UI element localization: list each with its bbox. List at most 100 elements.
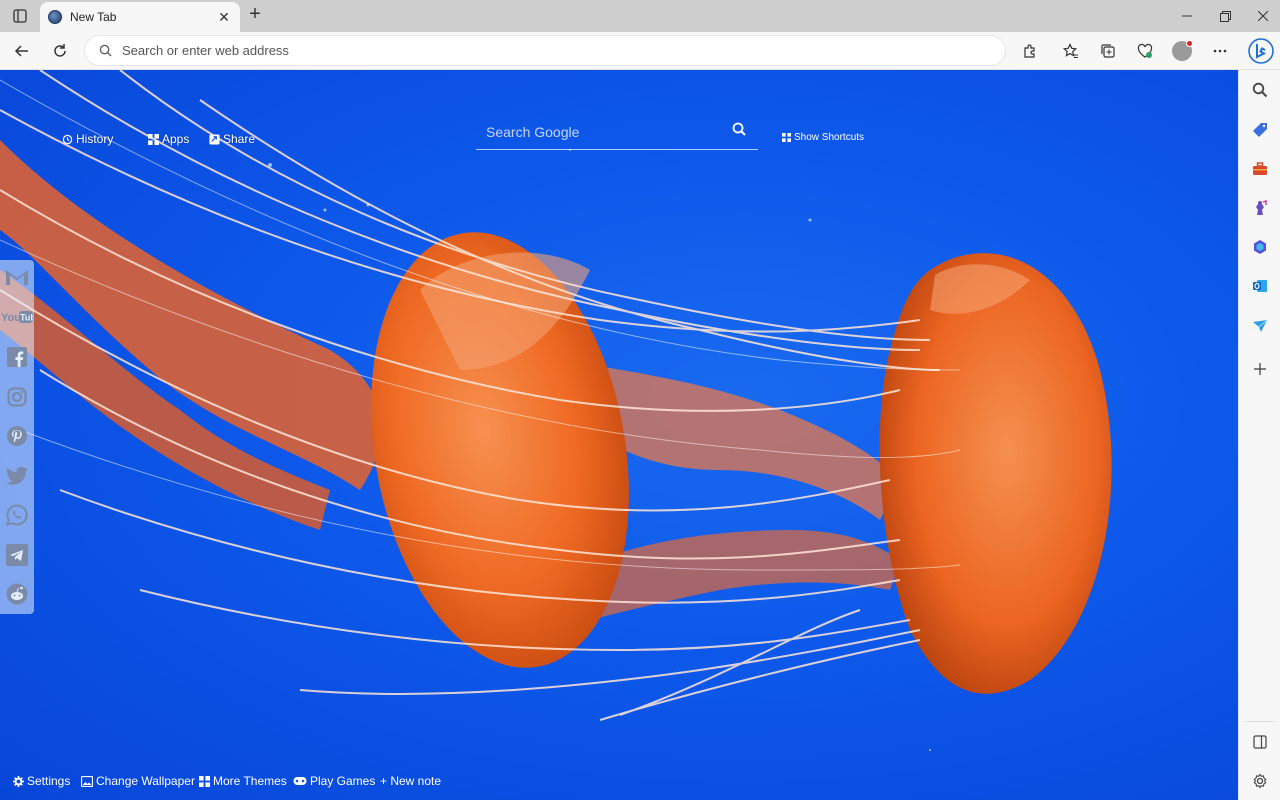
notification-dot	[1186, 40, 1193, 47]
tab-actions-button[interactable]	[6, 4, 34, 28]
settings-label: Settings	[27, 774, 71, 788]
apps-label: Apps	[162, 132, 190, 146]
twitter-link[interactable]	[4, 463, 30, 489]
sidebar-tools-button[interactable]	[1248, 157, 1272, 181]
minimize-icon	[1182, 15, 1192, 17]
refresh-button[interactable]	[46, 37, 74, 65]
puzzle-icon	[1024, 44, 1035, 58]
close-window-button[interactable]	[1244, 0, 1280, 32]
sidebar-split-screen-button[interactable]	[1248, 730, 1272, 754]
sidebar-settings-button[interactable]	[1248, 769, 1272, 793]
sidebar-drop-button[interactable]	[1248, 314, 1272, 338]
apps-link[interactable]: Apps	[148, 132, 189, 146]
favorites-button[interactable]	[1057, 37, 1085, 65]
search-icon	[732, 122, 746, 136]
reddit-icon	[6, 583, 28, 605]
social-bar: YouTub	[0, 260, 34, 614]
address-input[interactable]	[122, 43, 1005, 58]
svg-text:You: You	[1, 312, 21, 324]
edge-sidebar	[1238, 70, 1280, 800]
pinterest-link[interactable]	[4, 423, 30, 449]
gamepad-icon	[293, 777, 307, 785]
search-submit-button[interactable]	[732, 122, 752, 141]
facebook-icon	[7, 347, 27, 367]
refresh-icon	[54, 44, 66, 57]
more-themes-link[interactable]: More Themes	[199, 774, 287, 788]
telegram-link[interactable]	[4, 542, 30, 568]
sidebar-games-button[interactable]	[1248, 196, 1272, 220]
grid-icon	[782, 133, 791, 142]
minimize-button[interactable]	[1168, 0, 1206, 32]
sidebar-add-button[interactable]	[1248, 357, 1272, 381]
svg-text:Tub: Tub	[20, 313, 33, 323]
google-search-box	[476, 114, 758, 150]
extensions-button[interactable]	[1016, 37, 1044, 65]
tab-actions-icon	[13, 9, 27, 23]
more-menu-button[interactable]	[1206, 37, 1234, 65]
show-shortcuts-button[interactable]: Show Shortcuts	[782, 132, 864, 143]
play-games-link[interactable]: Play Games	[293, 774, 375, 788]
add-icon	[1254, 363, 1266, 375]
back-button[interactable]	[8, 37, 36, 65]
youtube-icon: YouTub	[1, 311, 33, 324]
office-icon	[1254, 240, 1266, 254]
history-link[interactable]: History	[62, 132, 113, 146]
tab-close-icon[interactable]: ✕	[216, 9, 232, 26]
games-icon	[1256, 200, 1267, 215]
google-search-input[interactable]	[476, 123, 732, 140]
settings-link[interactable]: Settings	[13, 774, 70, 788]
tools-icon	[1253, 162, 1267, 175]
sidebar-search-button[interactable]	[1248, 78, 1272, 102]
sidebar-divider	[1245, 721, 1275, 722]
browser-essentials-button[interactable]	[1131, 37, 1159, 65]
new-tab-page: History Apps Share Show Shortcuts YouTub	[0, 70, 1238, 800]
bing-copilot-button[interactable]	[1246, 35, 1276, 67]
sidebar-office-button[interactable]	[1248, 235, 1272, 259]
restore-button[interactable]	[1206, 0, 1244, 32]
new-note-label: + New note	[380, 774, 442, 788]
history-label: History	[76, 132, 114, 146]
back-arrow-icon	[14, 45, 28, 57]
search-icon	[99, 44, 112, 57]
collections-button[interactable]	[1094, 37, 1122, 65]
whatsapp-link[interactable]	[4, 502, 30, 528]
star-list-icon	[1063, 43, 1078, 58]
wallpaper-icon	[81, 775, 93, 787]
history-icon	[62, 134, 73, 144]
instagram-link[interactable]	[4, 384, 30, 410]
more-themes-label: More Themes	[213, 774, 287, 788]
collections-icon	[1101, 44, 1115, 58]
share-icon	[209, 133, 220, 145]
active-tab[interactable]: New Tab ✕	[40, 2, 240, 32]
drop-icon	[1253, 319, 1268, 332]
new-tab-button[interactable]: +	[244, 4, 266, 26]
sidebar-shopping-button[interactable]	[1248, 118, 1272, 142]
reddit-link[interactable]	[4, 581, 30, 607]
instagram-icon	[7, 387, 27, 407]
tab-strip: New Tab ✕ +	[0, 0, 1280, 32]
settings-icon	[1253, 773, 1267, 789]
share-link[interactable]: Share	[209, 132, 255, 146]
gmail-link[interactable]	[4, 264, 30, 290]
new-note-link[interactable]: + New note	[380, 774, 441, 788]
twitter-icon	[6, 466, 28, 485]
tab-favicon-icon	[48, 10, 62, 24]
share-label: Share	[223, 132, 256, 146]
profile-button[interactable]	[1168, 37, 1196, 65]
gear-icon	[13, 775, 24, 787]
bing-icon	[1248, 38, 1274, 64]
restore-icon	[1219, 10, 1231, 22]
ellipsis-icon	[1213, 49, 1227, 53]
gmail-icon	[6, 270, 28, 285]
youtube-link[interactable]: YouTub	[1, 304, 33, 330]
address-bar[interactable]	[84, 35, 1006, 66]
sidebar-outlook-button[interactable]	[1248, 274, 1272, 298]
avatar	[1172, 40, 1193, 61]
whatsapp-icon	[6, 504, 28, 526]
change-wallpaper-link[interactable]: Change Wallpaper	[81, 774, 195, 788]
themes-grid-icon	[199, 775, 210, 787]
browser-toolbar	[0, 32, 1280, 70]
change-wallpaper-label: Change Wallpaper	[96, 774, 195, 788]
facebook-link[interactable]	[4, 344, 30, 370]
split-screen-icon	[1253, 735, 1267, 749]
